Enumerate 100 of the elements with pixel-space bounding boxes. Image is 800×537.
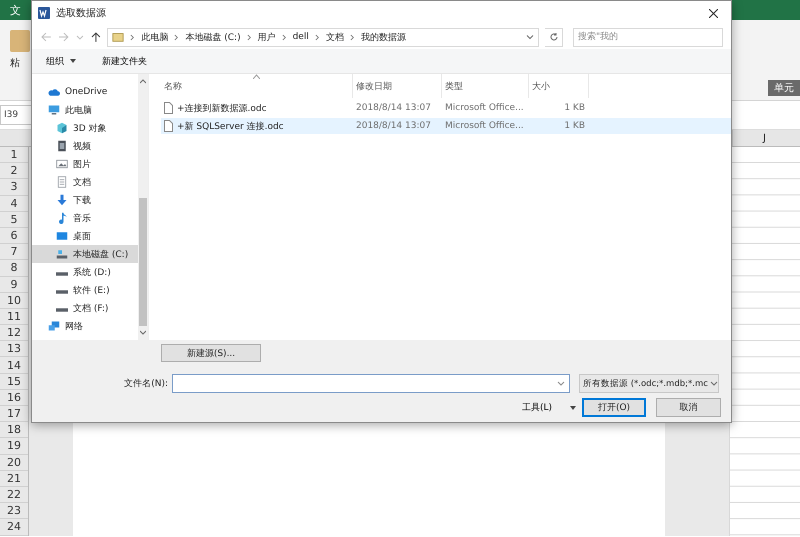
caret-icon [570,406,576,410]
chevron-down-icon [710,380,718,386]
nav-item[interactable]: 图片 [32,155,138,173]
nav-item[interactable]: 3D 对象 [32,119,138,137]
nav-item[interactable]: 文档 [32,173,138,191]
drive-icon [56,290,68,294]
chevron-right-icon[interactable] [314,34,320,40]
nav-item[interactable]: OneDrive [32,83,138,101]
paste-label[interactable]: 粘 [10,56,30,70]
filename-field[interactable] [172,374,570,393]
desktop-icon [56,230,68,242]
row-number[interactable]: 22 [0,486,28,504]
cube-icon [56,122,68,134]
nav-item[interactable]: 系统 (D:) [32,263,138,281]
nav-item[interactable]: 网络 [32,317,138,335]
close-icon [708,9,718,18]
chevron-right-icon[interactable] [246,34,252,40]
row-number[interactable]: 16 [0,390,28,406]
row-number[interactable]: 2 [0,163,28,180]
scroll-down-icon[interactable] [140,330,146,336]
row-number[interactable]: 14 [0,357,28,374]
scroll-up-icon[interactable] [140,78,146,84]
row-number[interactable]: 15 [0,374,28,390]
ribbon-tab[interactable]: 文 [10,2,21,18]
row-number[interactable]: 19 [0,438,28,455]
row-number[interactable]: 24 [0,519,28,536]
cancel-button[interactable]: 取消 [656,398,721,417]
breadcrumb-item[interactable]: dell [292,32,309,42]
row-number[interactable]: 8 [0,260,28,276]
column-header[interactable]: 名称 [161,74,353,98]
word-icon [38,7,50,19]
row-number[interactable]: 9 [0,276,28,293]
row-number[interactable]: 7 [0,244,28,260]
row-number[interactable]: 3 [0,179,28,196]
nav-item[interactable]: 软件 (E:) [32,281,138,299]
file-row[interactable]: +连接到新数据源.odc 2018/8/14 13:07 Microsoft Office... 1 KB [161,100,731,116]
music-note-icon [56,212,68,224]
chevron-right-icon[interactable] [282,34,287,40]
nav-item[interactable]: 文档 (F:) [32,299,138,317]
filename-label: 文件名(N): [123,378,169,390]
row-number[interactable]: 5 [0,212,28,228]
column-header[interactable]: 类型 [442,74,529,98]
breadcrumb-item[interactable]: 我的数据源 [360,30,406,44]
row-number[interactable]: 6 [0,228,28,244]
drive-icon [56,272,68,276]
row-number[interactable]: 1 [0,147,28,164]
file-size: 1 KB [563,121,586,131]
row-number[interactable]: 23 [0,503,28,520]
nav-item[interactable]: 视频 [32,137,138,155]
column-header[interactable]: 修改日期 [353,74,442,98]
refresh-icon[interactable] [548,32,559,42]
file-type-dropdown[interactable]: 所有数据源 (*.odc;*.mdb;*.mc [579,374,719,393]
chevron-right-icon[interactable] [350,34,355,40]
scrollbar[interactable] [138,74,148,340]
film-icon [56,140,68,152]
nav-item[interactable]: 桌面 [32,227,138,245]
nav-item[interactable]: 音乐 [32,209,138,227]
row-number[interactable]: 18 [0,422,28,438]
chevron-down-icon[interactable] [526,34,534,40]
column-header[interactable]: 大小 [529,74,589,98]
drive-icon [56,248,68,260]
chevron-down-icon[interactable] [557,380,565,386]
address-bar[interactable]: 此电脑 本地磁盘 (C:) 用户 dell 文档 我的数据源 [107,28,540,46]
row-number[interactable]: 13 [0,341,28,358]
chevron-right-icon[interactable] [130,34,136,40]
row-number[interactable]: 12 [0,325,28,342]
search-field[interactable]: 搜索"我的 [573,28,723,46]
file-date: 2018/8/14 13:07 [355,121,432,131]
file-type: Microsoft Office... [444,103,525,113]
file-date: 2018/8/14 13:07 [355,103,432,113]
breadcrumb-item[interactable]: 此电脑 [141,30,168,44]
nav-item[interactable]: 此电脑 [32,101,138,119]
nav-item[interactable]: 下载 [32,191,138,209]
scrollbar-thumb[interactable] [139,198,147,326]
up-arrow-icon[interactable] [90,31,102,43]
file-row[interactable]: +新 SQLServer 连接.odc 2018/8/14 13:07 Microsoft Office... 1 KB [161,118,731,134]
new-source-button[interactable]: 新建源(S)... [161,344,261,362]
row-number[interactable]: 17 [0,406,28,422]
folder-icon [112,31,124,43]
file-icon [164,120,173,132]
file-name: +新 SQLServer 连接.odc [177,120,284,132]
toolbar-button[interactable]: 组织 [44,52,78,70]
nav-item[interactable]: 本地磁盘 (C:) [32,245,138,263]
row-number[interactable]: 20 [0,454,28,471]
breadcrumb-item[interactable]: 本地磁盘 (C:) [185,30,241,44]
toolbar-button[interactable]: 新建文件夹 [100,52,149,70]
breadcrumb-item[interactable]: 文档 [326,30,344,44]
file-name: +连接到新数据源.odc [177,102,267,114]
tools-menu-button[interactable]: 工具(L) [522,401,582,414]
open-button[interactable]: 打开(O) [582,398,646,417]
network-icon [48,320,60,332]
row-number[interactable]: 4 [0,196,28,212]
chevron-right-icon[interactable] [174,34,180,40]
file-type: Microsoft Office... [444,121,525,131]
row-number[interactable]: 21 [0,470,28,487]
file-icon [164,102,173,114]
row-number[interactable]: 11 [0,308,28,326]
document-icon [56,176,68,188]
row-number[interactable]: 10 [0,292,28,309]
breadcrumb-item[interactable]: 用户 [258,30,276,44]
